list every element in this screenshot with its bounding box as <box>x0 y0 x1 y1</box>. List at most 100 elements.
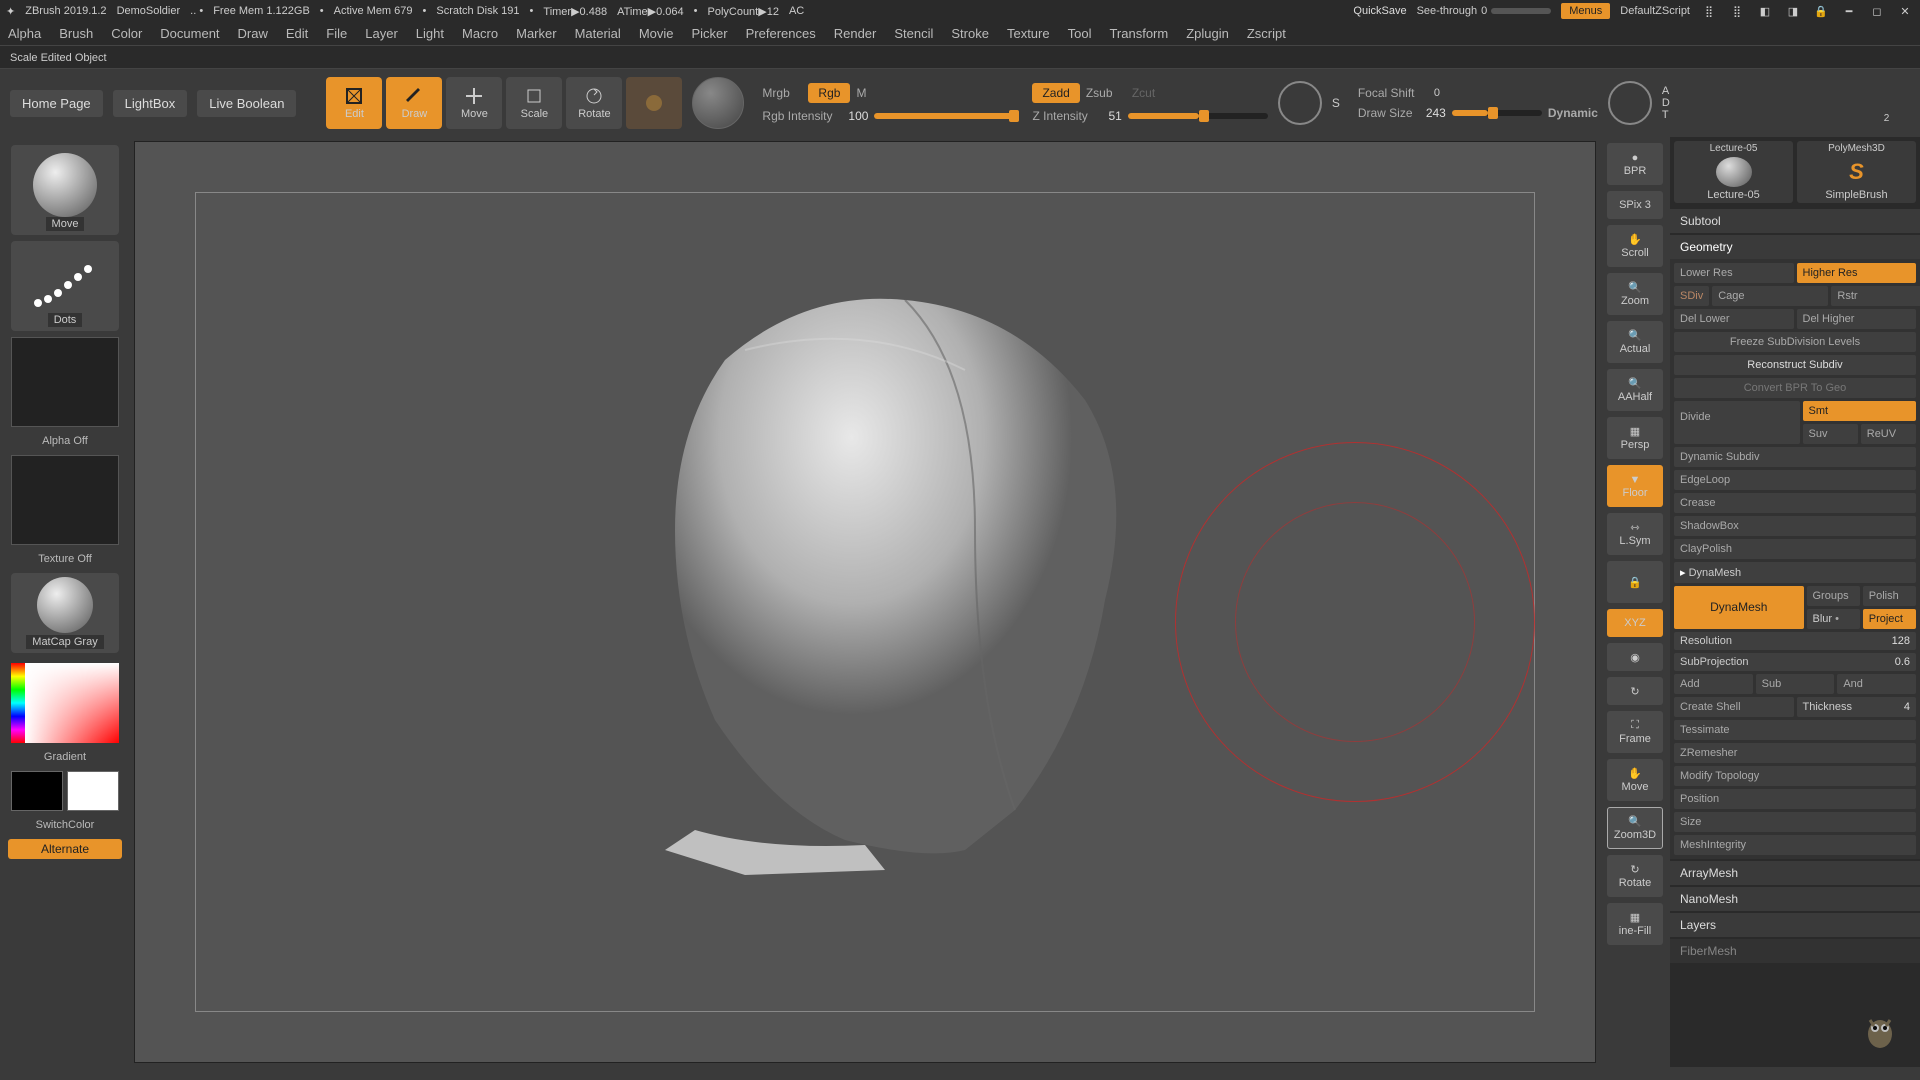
move-mode-button[interactable]: Move <box>446 77 502 129</box>
sub-button[interactable]: Sub <box>1756 674 1835 694</box>
resolution-slider[interactable]: Resolution 128 <box>1674 632 1916 650</box>
move-view-button[interactable]: ✋Move <box>1607 759 1663 801</box>
gizmo-button[interactable] <box>626 77 682 129</box>
minimize-icon[interactable]: ━ <box>1840 2 1858 20</box>
material-selector[interactable]: MatCap Gray <box>11 573 119 653</box>
warp-button[interactable]: ◉ <box>1607 643 1663 671</box>
tessimate-header[interactable]: Tessimate <box>1674 720 1916 740</box>
zoom3d-button[interactable]: 🔍Zoom3D <box>1607 807 1663 849</box>
zremesher-header[interactable]: ZRemesher <box>1674 743 1916 763</box>
focal-gyro-icon[interactable] <box>1278 81 1322 125</box>
menu-texture[interactable]: Texture <box>1007 26 1050 41</box>
rotate-mode-button[interactable]: Rotate <box>566 77 622 129</box>
menu-transform[interactable]: Transform <box>1109 26 1168 41</box>
lock-icon[interactable]: 🔒 <box>1812 2 1830 20</box>
scroll-button[interactable]: ✋Scroll <box>1607 225 1663 267</box>
lightbox-button[interactable]: LightBox <box>113 90 188 117</box>
menu-light[interactable]: Light <box>416 26 444 41</box>
draw-size-slider[interactable]: Draw Size 243 Dynamic <box>1358 106 1598 120</box>
subtool-header[interactable]: Subtool <box>1670 209 1920 233</box>
m-button[interactable]: M <box>856 86 896 100</box>
frame-button[interactable]: ⛶Frame <box>1607 711 1663 753</box>
tool-polymesh3d[interactable]: PolyMesh3D S SimpleBrush 2 <box>1797 141 1916 203</box>
menu-alpha[interactable]: Alpha <box>8 26 41 41</box>
subprojection-slider[interactable]: SubProjection 0.6 <box>1674 653 1916 671</box>
del-higher-button[interactable]: Del Higher <box>1797 309 1917 329</box>
lower-res-button[interactable]: Lower Res <box>1674 263 1794 283</box>
dynamesh-header[interactable]: ▸ DynaMesh <box>1674 562 1916 583</box>
menu-file[interactable]: File <box>326 26 347 41</box>
menu-render[interactable]: Render <box>834 26 877 41</box>
material-sphere[interactable] <box>692 77 744 129</box>
stroke-selector[interactable]: Dots <box>11 241 119 331</box>
mrgb-label[interactable]: Mrgb <box>762 86 802 100</box>
gradient-label[interactable]: Gradient <box>42 749 88 765</box>
rgb-button[interactable]: Rgb <box>808 83 850 103</box>
xyz-button[interactable]: XYZ <box>1607 609 1663 637</box>
menu-preferences[interactable]: Preferences <box>746 26 816 41</box>
zadd-button[interactable]: Zadd <box>1032 83 1079 103</box>
menu-color[interactable]: Color <box>111 26 142 41</box>
polish-button[interactable]: Polish <box>1863 586 1916 606</box>
draw-gyro-icon[interactable] <box>1608 81 1652 125</box>
spix-button[interactable]: SPix 3 <box>1607 191 1663 219</box>
suv-button[interactable]: Suv <box>1803 424 1858 444</box>
divide-button[interactable]: Divide <box>1674 401 1800 444</box>
freeze-subdiv-button[interactable]: Freeze SubDivision Levels <box>1674 332 1916 352</box>
dock-right-icon[interactable]: ◨ <box>1784 2 1802 20</box>
zoom-button[interactable]: 🔍Zoom <box>1607 273 1663 315</box>
see-through-slider[interactable]: See-through 0 <box>1417 5 1552 17</box>
menu-draw[interactable]: Draw <box>238 26 268 41</box>
menu-macro[interactable]: Macro <box>462 26 498 41</box>
tool-lecture05[interactable]: Lecture-05 Lecture-05 <box>1674 141 1793 203</box>
home-page-button[interactable]: Home Page <box>10 90 103 117</box>
thickness-slider[interactable]: Thickness 4 <box>1797 697 1917 717</box>
edgeloop-header[interactable]: EdgeLoop <box>1674 470 1916 490</box>
live-boolean-button[interactable]: Live Boolean <box>197 90 296 117</box>
menu-stencil[interactable]: Stencil <box>894 26 933 41</box>
zcut-button[interactable]: Zcut <box>1132 86 1172 100</box>
rotate-view-button[interactable]: ↻Rotate <box>1607 855 1663 897</box>
alternate-button[interactable]: Alternate <box>8 839 122 859</box>
menu-edit[interactable]: Edit <box>286 26 308 41</box>
reuv-button[interactable]: ReUV <box>1861 424 1916 444</box>
smt-button[interactable]: Smt <box>1803 401 1917 421</box>
claypolish-header[interactable]: ClayPolish <box>1674 539 1916 559</box>
line-fill-button[interactable]: ▦ine-Fill <box>1607 903 1663 945</box>
brush-selector[interactable]: Move <box>11 145 119 235</box>
blur-slider[interactable]: Blur • <box>1807 609 1860 629</box>
and-button[interactable]: And <box>1837 674 1916 694</box>
meshintegrity-header[interactable]: MeshIntegrity <box>1674 835 1916 855</box>
position-header[interactable]: Position <box>1674 789 1916 809</box>
modify-topology-header[interactable]: Modify Topology <box>1674 766 1916 786</box>
arraymesh-header[interactable]: ArrayMesh <box>1670 861 1920 885</box>
project-button[interactable]: Project <box>1863 609 1916 629</box>
dock-left-icon[interactable]: ◧ <box>1756 2 1774 20</box>
texture-selector[interactable] <box>11 455 119 545</box>
menu-zplugin[interactable]: Zplugin <box>1186 26 1229 41</box>
menu-document[interactable]: Document <box>160 26 219 41</box>
higher-res-button[interactable]: Higher Res <box>1797 263 1917 283</box>
menus-button[interactable]: Menus <box>1561 3 1610 19</box>
groups-button[interactable]: Groups <box>1807 586 1860 606</box>
create-shell-button[interactable]: Create Shell <box>1674 697 1794 717</box>
color-picker[interactable] <box>11 663 119 743</box>
bpr-button[interactable]: ●BPR <box>1607 143 1663 185</box>
rstr-button[interactable]: Rstr <box>1831 286 1920 306</box>
viewport[interactable] <box>134 141 1596 1063</box>
dynamesh-button[interactable]: DynaMesh <box>1674 586 1804 629</box>
menu-picker[interactable]: Picker <box>692 26 728 41</box>
cage-button[interactable]: Cage <box>1712 286 1828 306</box>
layers-header[interactable]: Layers <box>1670 913 1920 937</box>
default-zscript[interactable]: DefaultZScript <box>1620 5 1690 17</box>
aahalf-button[interactable]: 🔍AAHalf <box>1607 369 1663 411</box>
geometry-header[interactable]: Geometry <box>1670 235 1920 259</box>
switch-color-button[interactable]: SwitchColor <box>34 817 97 833</box>
zsub-button[interactable]: Zsub <box>1086 86 1126 100</box>
crease-header[interactable]: Crease <box>1674 493 1916 513</box>
z-intensity-slider[interactable]: Z Intensity 51 <box>1032 109 1267 123</box>
alpha-selector[interactable] <box>11 337 119 427</box>
persp-button[interactable]: ▦Persp <box>1607 417 1663 459</box>
solo-button[interactable]: ↻ <box>1607 677 1663 705</box>
color-white-swatch[interactable] <box>67 771 119 811</box>
